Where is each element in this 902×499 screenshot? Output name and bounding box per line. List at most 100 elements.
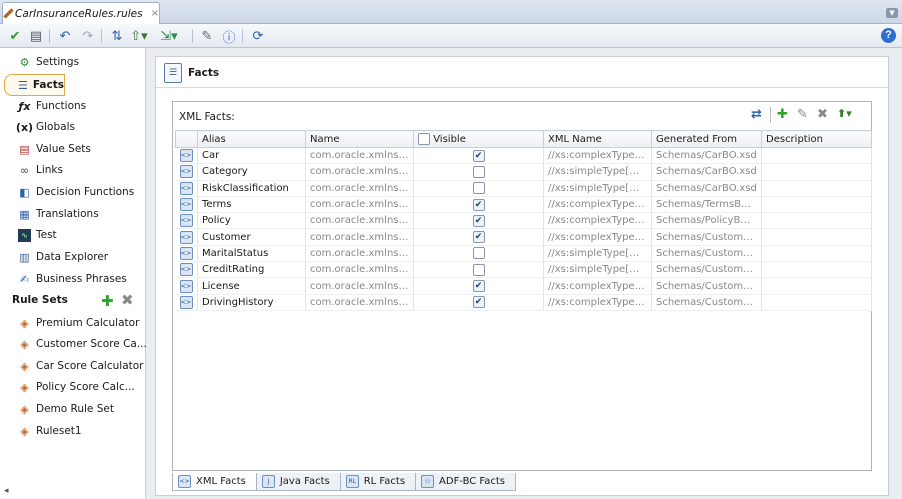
generated-from-cell[interactable]: Schemas/CarBO.xsd [651, 163, 762, 181]
description-cell[interactable] [761, 294, 872, 311]
name-cell[interactable]: com.oracle.xmlns.b... [305, 196, 414, 214]
delete-fact-icon[interactable]: ✖ [817, 107, 828, 123]
generated-from-cell[interactable]: Schemas/TermsBO.... [651, 196, 762, 214]
tab-java-facts[interactable]: J Java Facts [255, 473, 341, 491]
description-cell[interactable] [761, 277, 872, 295]
rule-set-item[interactable]: ◈ Customer Score Ca... [4, 334, 147, 354]
table-row[interactable]: <> Category com.oracle.xmlns.b... //xs:simp… [175, 163, 872, 181]
table-row[interactable]: <> Policy com.oracle.xmlns.b... ✔ //xs:compl… [175, 212, 872, 230]
info-icon[interactable]: ⓘ [220, 27, 238, 46]
visible-cell[interactable] [413, 180, 544, 197]
add-fact-icon[interactable]: ✚ [777, 107, 788, 123]
rule-set-item[interactable]: ◈ Ruleset1 [4, 421, 81, 441]
column-header-description[interactable]: Description [761, 130, 872, 148]
table-row[interactable]: <> Customer com.oracle.xmlns.b... ✔ //xs:com… [175, 228, 872, 246]
xml-name-cell[interactable]: //xs:simpleType[@n... [543, 261, 652, 279]
table-row[interactable]: <> Car com.oracle.xmlns.b... ✔ //xs:complexT… [175, 147, 872, 165]
visible-cell[interactable]: ✔ [413, 228, 544, 246]
column-header-name[interactable]: Name [305, 130, 414, 148]
name-cell[interactable]: com.oracle.xmlns.b... [305, 294, 414, 311]
xml-name-cell[interactable]: //xs:complexType[... [543, 294, 652, 311]
sidebar-item-settings[interactable]: ⚙ Settings [4, 52, 80, 72]
table-row[interactable]: <> License com.oracle.xmlns.b... ✔ //xs:comp… [175, 277, 872, 295]
xml-name-cell[interactable]: //xs:simpleType[@n... [543, 245, 652, 263]
visible-cell[interactable] [413, 261, 544, 279]
sidebar-item-decision-functions[interactable]: ◧ Decision Functions [4, 182, 134, 202]
tab-list-dropdown-icon[interactable]: ▼ [886, 8, 898, 18]
delete-rule-set-icon[interactable]: ✖ [121, 291, 134, 309]
report-icon[interactable]: ▤ [27, 27, 45, 45]
collapse-panel-icon[interactable]: ◂ [4, 486, 9, 496]
tools-icon[interactable]: ✎ [198, 27, 216, 45]
alias-cell[interactable]: License [197, 277, 306, 295]
undo-icon[interactable]: ↶ [56, 27, 74, 45]
generated-from-cell[interactable]: Schemas/Customer... [651, 245, 762, 263]
edit-fact-icon[interactable]: ✎ [797, 107, 808, 123]
table-row[interactable]: <> DrivingHistory com.oracle.xmlns.b... ✔ //… [175, 294, 872, 311]
description-cell[interactable] [761, 261, 872, 279]
xml-name-cell[interactable]: //xs:simpleType[@n... [543, 163, 652, 181]
name-cell[interactable]: com.oracle.xmlns.b... [305, 212, 414, 230]
visible-checkbox[interactable]: ✔ [472, 198, 485, 211]
column-header-xml-name[interactable]: XML Name [543, 130, 652, 148]
name-cell[interactable]: com.oracle.xmlns.b... [305, 261, 414, 279]
visible-checkbox[interactable]: ✔ [472, 149, 485, 162]
visible-checkbox[interactable] [472, 247, 485, 260]
visible-cell[interactable]: ✔ [413, 212, 544, 230]
table-row[interactable]: <> CreditRating com.oracle.xmlns.b... //xs:… [175, 261, 872, 279]
table-row[interactable]: <> Terms com.oracle.xmlns.b... ✔ //xs:comple… [175, 196, 872, 214]
import-icon[interactable]: ⇧▾ [130, 27, 148, 45]
alias-cell[interactable]: Car [197, 147, 306, 165]
description-cell[interactable] [761, 180, 872, 197]
sidebar-item-facts[interactable]: ☰ Facts [4, 74, 65, 96]
visible-checkbox[interactable]: ✔ [472, 214, 485, 227]
visible-checkbox[interactable]: ✔ [472, 280, 485, 293]
synchronize-icon[interactable]: ⇅ [108, 27, 126, 45]
name-cell[interactable]: com.oracle.xmlns.b... [305, 163, 414, 181]
generated-from-cell[interactable]: Schemas/PolicyBO.x... [651, 212, 762, 230]
rule-set-item[interactable]: ◈ Demo Rule Set [4, 399, 114, 419]
visible-checkbox[interactable] [472, 263, 485, 276]
sidebar-item-translations[interactable]: ▦ Translations [4, 204, 98, 224]
visible-checkbox[interactable] [472, 165, 485, 178]
xml-name-cell[interactable]: //xs:simpleType[@n... [543, 180, 652, 197]
redo-icon[interactable]: ↷ [79, 27, 97, 45]
close-tab-icon[interactable]: × [151, 8, 159, 19]
sidebar-item-globals[interactable]: (x) Globals [4, 117, 75, 137]
add-rule-set-icon[interactable]: ✚ [101, 292, 114, 310]
description-cell[interactable] [761, 245, 872, 263]
name-cell[interactable]: com.oracle.xmlns.b... [305, 180, 414, 197]
generated-from-cell[interactable]: Schemas/Customer... [651, 294, 762, 311]
generated-from-cell[interactable]: Schemas/Customer... [651, 277, 762, 295]
tab-rl-facts[interactable]: RL RL Facts [339, 473, 417, 491]
generated-from-cell[interactable]: Schemas/Customer... [651, 228, 762, 246]
sidebar-item-business-phrases[interactable]: ✍ Business Phrases [4, 269, 127, 289]
description-cell[interactable] [761, 212, 872, 230]
rule-set-item[interactable]: ◈ Premium Calculator [4, 313, 139, 333]
description-cell[interactable] [761, 228, 872, 246]
name-cell[interactable]: com.oracle.xmlns.b... [305, 228, 414, 246]
column-header-alias[interactable]: Alias [197, 130, 306, 148]
generated-from-cell[interactable]: Schemas/CarBO.xsd [651, 147, 762, 165]
validate-icon[interactable]: ✔ [6, 27, 24, 45]
visible-cell[interactable] [413, 163, 544, 181]
alias-cell[interactable]: DrivingHistory [197, 294, 306, 311]
sidebar-item-test[interactable]: ∿ Test [4, 225, 57, 245]
document-tab[interactable]: CarInsuranceRules.rules × [2, 2, 160, 24]
name-cell[interactable]: com.oracle.xmlns.b... [305, 147, 414, 165]
rule-set-item[interactable]: ◈ Car Score Calculator [4, 356, 143, 376]
table-row[interactable]: <> MaritalStatus com.oracle.xmlns.b... //xs… [175, 245, 872, 263]
rule-set-item[interactable]: ◈ Policy Score Calc... [4, 377, 135, 397]
xml-name-cell[interactable]: //xs:complexType[... [543, 196, 652, 214]
table-row[interactable]: <> RiskClassification com.oracle.xmlns.b..… [175, 180, 872, 197]
column-header-generated-from[interactable]: Generated From [651, 130, 762, 148]
tab-adf-bc-facts[interactable]: ⚇ ADF-BC Facts [415, 473, 517, 491]
import-facts-icon[interactable]: ⬆▾ [837, 107, 852, 123]
visible-cell[interactable] [413, 245, 544, 263]
alias-cell[interactable]: CreditRating [197, 261, 306, 279]
xml-name-cell[interactable]: //xs:complexType[... [543, 277, 652, 295]
generated-from-cell[interactable]: Schemas/Customer... [651, 261, 762, 279]
alias-cell[interactable]: Policy [197, 212, 306, 230]
visible-checkbox[interactable]: ✔ [472, 296, 485, 309]
sidebar-item-value-sets[interactable]: ▤ Value Sets [4, 139, 91, 159]
